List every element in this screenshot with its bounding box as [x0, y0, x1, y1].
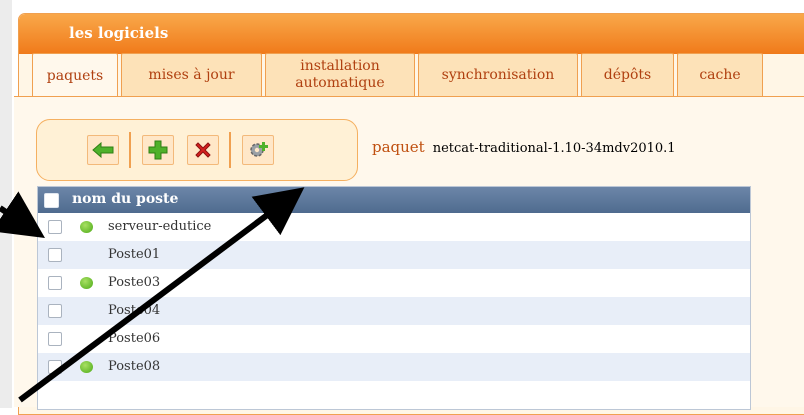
select-all-checkbox[interactable]	[44, 193, 59, 208]
back-button[interactable]	[87, 135, 119, 165]
tab-paquets[interactable]: paquets	[32, 53, 118, 98]
host-name: Poste08	[108, 359, 161, 374]
table-row[interactable]: Poste03	[38, 269, 750, 297]
package-info: paquet netcat-traditional-1.10-34mdv2010.…	[372, 138, 676, 156]
tab-mises-a-jour[interactable]: mises à jour	[121, 53, 262, 96]
online-status-icon	[80, 221, 93, 233]
tab-synchronisation[interactable]: synchronisation	[418, 53, 578, 96]
table-row[interactable]: Poste01	[38, 241, 750, 269]
toolbar-separator	[229, 132, 231, 168]
tab-cache[interactable]: cache	[677, 53, 763, 96]
row-checkbox[interactable]	[48, 332, 62, 346]
plus-icon	[148, 140, 168, 160]
table-row[interactable]: Poste08	[38, 353, 750, 381]
package-label: paquet	[372, 138, 425, 156]
window-titlebar: les logiciels	[19, 14, 804, 54]
column-header-nom-du-poste[interactable]: nom du poste	[72, 191, 178, 207]
host-name: Poste06	[108, 331, 161, 346]
package-value: netcat-traditional-1.10-34mdv2010.1	[432, 141, 676, 156]
gear-plus-icon	[250, 142, 268, 157]
toolbar	[36, 119, 358, 181]
delete-button[interactable]	[187, 135, 219, 165]
grid-header: nom du poste	[38, 187, 750, 213]
window-title: les logiciels	[69, 24, 169, 42]
host-grid: nom du poste serveur-edutice Poste01 Pos…	[37, 186, 751, 410]
table-row[interactable]: Poste04	[38, 297, 750, 325]
table-row[interactable]: serveur-edutice	[38, 213, 750, 241]
row-checkbox[interactable]	[48, 360, 62, 374]
row-checkbox[interactable]	[48, 276, 62, 290]
tab-depots[interactable]: dépôts	[581, 53, 674, 96]
toolbar-separator	[129, 132, 131, 168]
add-button[interactable]	[142, 135, 174, 165]
online-status-icon	[80, 277, 93, 289]
delete-x-icon	[195, 142, 211, 158]
left-edge	[0, 0, 12, 408]
row-checkbox[interactable]	[48, 220, 62, 234]
tab-installation-automatique[interactable]: installation automatique	[265, 53, 415, 96]
host-name: Poste03	[108, 275, 161, 290]
host-name: Poste01	[108, 247, 161, 262]
row-checkbox[interactable]	[48, 248, 62, 262]
host-name: Poste04	[108, 303, 161, 318]
arrow-left-icon	[92, 142, 114, 158]
row-checkbox[interactable]	[48, 304, 62, 318]
host-name: serveur-edutice	[108, 219, 212, 234]
table-row[interactable]: Poste06	[38, 325, 750, 353]
online-status-icon	[80, 361, 93, 373]
install-button[interactable]	[242, 135, 274, 165]
